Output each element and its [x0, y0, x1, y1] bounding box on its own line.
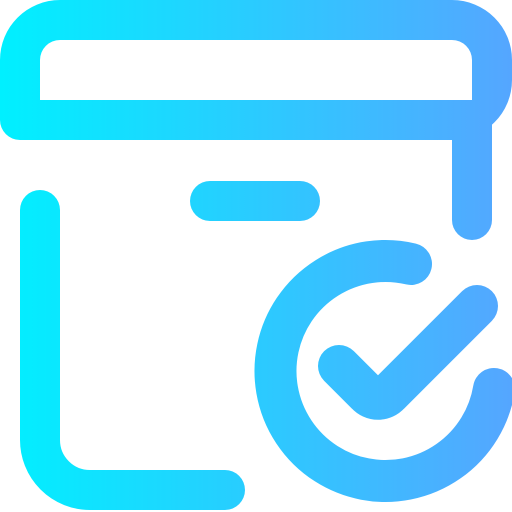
check-mark-icon [318, 285, 498, 420]
box-lid [0, 0, 512, 140]
archive-box-check-icon [0, 0, 512, 512]
icon-graphic [0, 0, 512, 510]
box-body [20, 190, 245, 510]
